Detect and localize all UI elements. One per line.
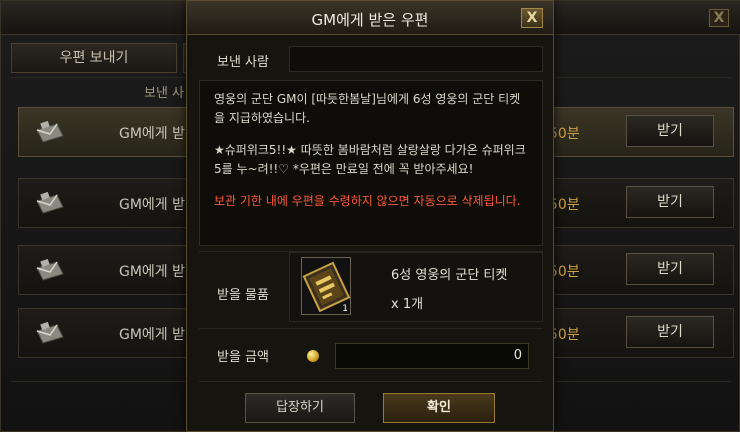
dialog-title: GM에게 받은 우편 — [311, 11, 429, 29]
message-body: 영웅의 군단 GM이 [따듯한봄날]님에게 6성 영웅의 군단 티켓을 지급하였… — [199, 80, 543, 246]
mail-envelope-icon — [36, 321, 64, 344]
item-count: 1 — [342, 304, 348, 314]
item-name: 6성 영웅의 군단 티켓 — [391, 268, 508, 283]
divider — [199, 328, 543, 329]
receive-button[interactable]: 받기 — [626, 115, 714, 147]
sender-label: 보낸 사람 — [217, 55, 269, 70]
mail-envelope-icon — [36, 191, 64, 214]
item-slot[interactable]: 1 — [301, 257, 351, 315]
mail-detail-dialog: GM에게 받은 우편 X 보낸 사람 영웅의 군단 GM이 [따듯한봄날]님에게… — [186, 0, 554, 432]
receive-button[interactable]: 받기 — [626, 186, 714, 218]
mail-envelope-icon — [36, 258, 64, 281]
reply-button[interactable]: 답장하기 — [245, 393, 355, 423]
item-quantity: x 1개 — [391, 297, 424, 312]
mail-envelope-icon — [36, 120, 64, 143]
mail-title: GM에게 받 — [119, 126, 186, 142]
mail-title: GM에게 받 — [119, 197, 186, 213]
header-sender: 보낸 사 — [144, 86, 185, 101]
dialog-titlebar: GM에게 받은 우편 — [187, 1, 553, 35]
confirm-button[interactable]: 확인 — [383, 393, 495, 423]
expiry-warning: 보관 기한 내에 우편을 수령하지 않으면 자동으로 삭제됩니다. — [214, 194, 521, 208]
message-text: ★슈퍼위크5!!★ 따뜻한 봄바람처럼 살랑살랑 다가온 슈퍼위크5를 누~려!… — [214, 143, 526, 176]
message-text: 영웅의 군단 GM이 [따듯한봄날]님에게 6성 영웅의 군단 티켓을 지급하였… — [214, 92, 521, 125]
money-label: 받을 금액 — [217, 350, 269, 365]
receive-button[interactable]: 받기 — [626, 316, 714, 348]
gold-coin-icon — [307, 350, 319, 362]
tab-send-mail[interactable]: 우편 보내기 — [11, 43, 177, 73]
item-label: 받을 물품 — [217, 288, 269, 303]
mailbox-close-button[interactable]: X — [709, 9, 729, 27]
mail-title: GM에게 받 — [119, 327, 186, 343]
dialog-close-button[interactable]: X — [521, 8, 543, 28]
sender-field — [289, 46, 543, 72]
money-field: 0 — [335, 343, 529, 369]
divider — [199, 381, 543, 382]
mail-title: GM에게 받 — [119, 264, 186, 280]
receive-button[interactable]: 받기 — [626, 253, 714, 285]
